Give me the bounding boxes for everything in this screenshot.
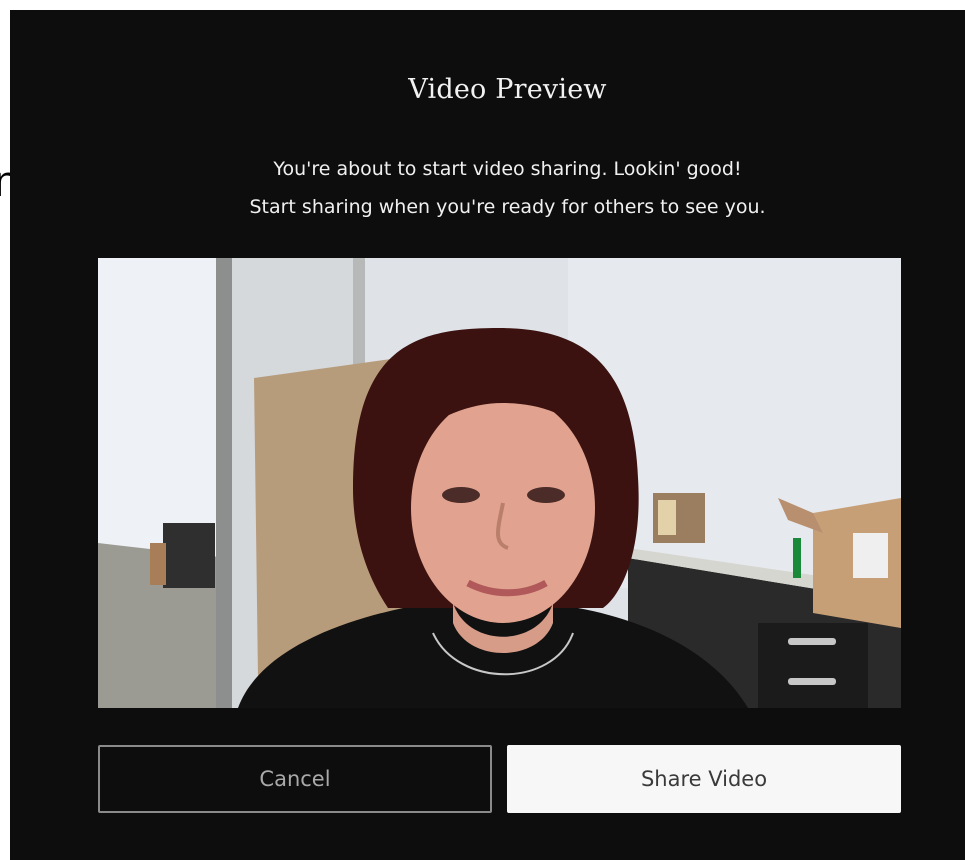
share-video-button[interactable]: Share Video [507, 745, 901, 813]
modal-description: You're about to start video sharing. Loo… [10, 150, 965, 226]
description-line-1: You're about to start video sharing. Loo… [273, 158, 742, 180]
webcam-frame-illustration [98, 258, 901, 708]
cancel-button[interactable]: Cancel [98, 745, 492, 813]
screen: n Video Preview You're about to start vi… [0, 0, 965, 860]
description-line-2: Start sharing when you're ready for othe… [249, 196, 766, 218]
video-preview-modal: Video Preview You're about to start vide… [10, 10, 965, 860]
webcam-preview [98, 258, 901, 708]
modal-title: Video Preview [408, 74, 607, 105]
